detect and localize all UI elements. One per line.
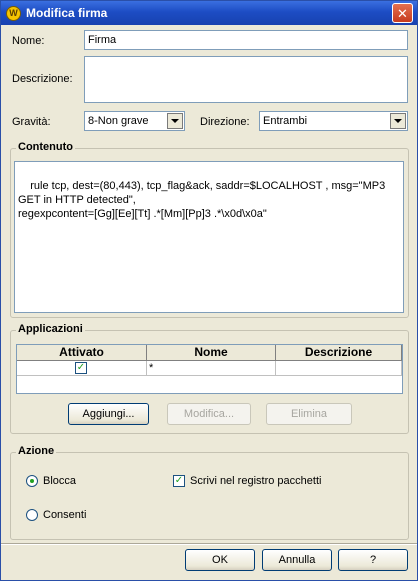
column-header-enabled[interactable]: Attivato <box>17 345 147 361</box>
description-field[interactable] <box>84 56 408 103</box>
allow-label[interactable]: Consenti <box>43 509 86 521</box>
ok-button[interactable]: OK <box>185 549 255 571</box>
window-title: Modifica firma <box>26 6 108 20</box>
table-cell-name[interactable]: * <box>147 361 276 376</box>
table-cell-description[interactable] <box>276 361 402 376</box>
close-icon[interactable]: ✕ <box>392 3 413 23</box>
action-group <box>10 452 409 540</box>
dialog-window: W Modifica firma ✕ Nome: Firma Descrizio… <box>0 0 418 581</box>
log-packets-label[interactable]: Scrivi nel registro pacchetti <box>190 475 321 487</box>
block-label[interactable]: Blocca <box>43 475 76 487</box>
log-packets-checkbox[interactable]: ✓ <box>173 475 185 487</box>
add-button[interactable]: Aggiungi... <box>68 403 149 425</box>
allow-radio[interactable] <box>26 509 38 521</box>
name-label: Nome: <box>12 35 45 47</box>
cancel-button[interactable]: Annulla <box>262 549 332 571</box>
severity-value: 8-Non grave <box>88 115 149 127</box>
severity-label: Gravità: <box>12 116 51 128</box>
block-radio[interactable] <box>26 475 38 487</box>
table-cell-enabled: ✓ <box>17 361 147 376</box>
delete-button[interactable]: Elimina <box>266 403 352 425</box>
edit-button[interactable]: Modifica... <box>167 403 251 425</box>
direction-label: Direzione: <box>200 116 250 128</box>
chevron-down-icon[interactable] <box>390 113 406 129</box>
column-header-name[interactable]: Nome <box>147 345 276 361</box>
rule-content-field[interactable]: rule tcp, dest=(80,443), tcp_flag&ack, s… <box>14 161 404 313</box>
title-bar[interactable]: W Modifica firma ✕ <box>1 1 417 25</box>
rule-content-text: rule tcp, dest=(80,443), tcp_flag&ack, s… <box>18 180 386 220</box>
shield-icon: W <box>6 5 21 21</box>
content-group-title: Contenuto <box>16 141 75 153</box>
column-header-description[interactable]: Descrizione <box>276 345 402 361</box>
chevron-down-icon[interactable] <box>167 113 183 129</box>
help-button[interactable]: ? <box>338 549 408 571</box>
action-group-title: Azione <box>16 445 57 457</box>
severity-select[interactable]: 8-Non grave <box>84 111 185 131</box>
enabled-checkbox[interactable]: ✓ <box>75 362 87 374</box>
description-label: Descrizione: <box>12 73 73 85</box>
applications-group-title: Applicazioni <box>16 323 85 335</box>
direction-select[interactable]: Entrambi <box>259 111 408 131</box>
name-field[interactable]: Firma <box>84 30 408 50</box>
direction-value: Entrambi <box>263 115 308 127</box>
footer-separator <box>1 543 417 545</box>
applications-table[interactable]: Attivato Nome Descrizione ✓ * <box>16 344 403 394</box>
